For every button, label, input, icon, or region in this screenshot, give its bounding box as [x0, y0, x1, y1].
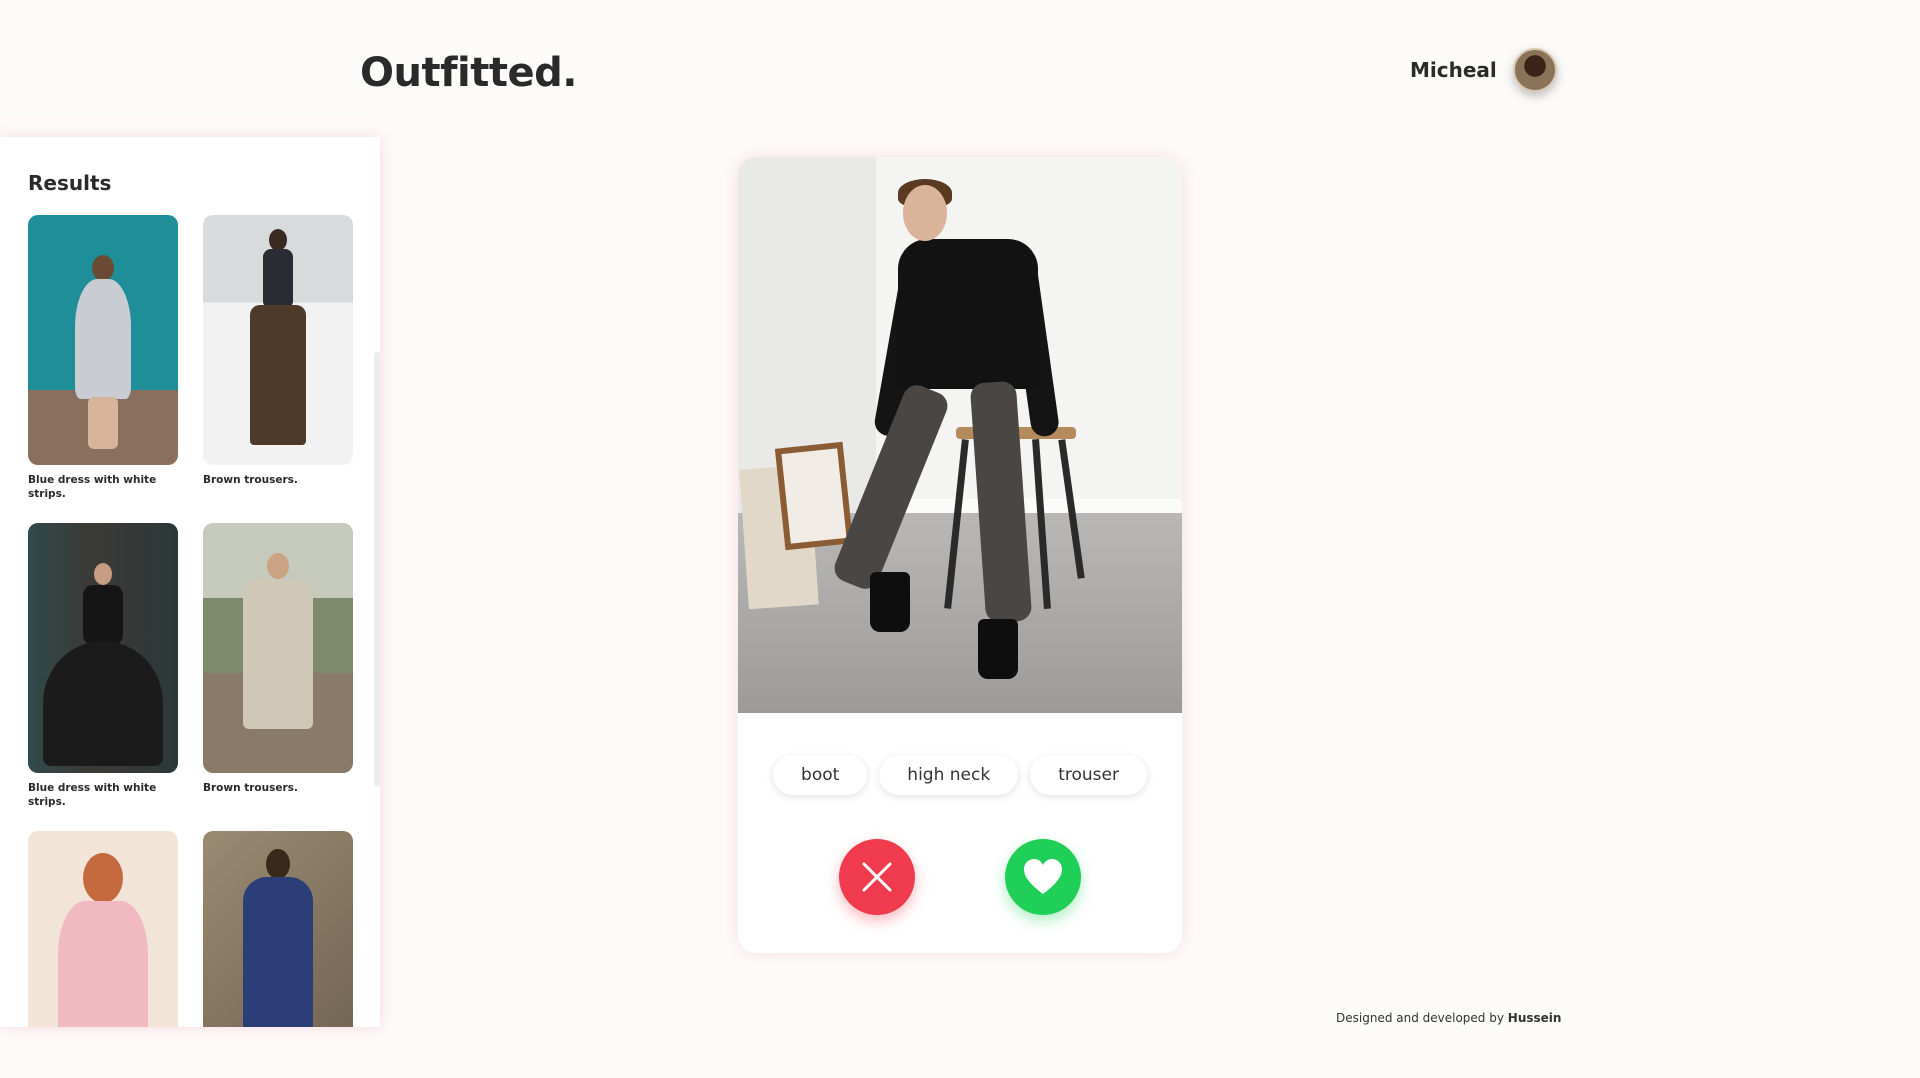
tag-high-neck[interactable]: high neck	[879, 755, 1019, 795]
brand-logo: Outfitted.	[360, 50, 577, 96]
footer-prefix: Designed and developed by	[1336, 1011, 1504, 1025]
tag-list: boot high neck trouser	[738, 755, 1182, 795]
heart-icon	[1024, 859, 1062, 894]
result-caption: Brown trousers.	[203, 474, 298, 486]
result-caption: Brown trousers.	[203, 782, 298, 794]
footer-author[interactable]: Hussein	[1508, 1011, 1562, 1025]
result-image[interactable]	[28, 523, 178, 773]
footer-credit: Designed and developed by Hussein	[1336, 1011, 1561, 1025]
sidebar-scrollbar[interactable]	[374, 352, 380, 787]
tag-trouser[interactable]: trouser	[1030, 755, 1147, 795]
close-icon	[862, 862, 892, 892]
results-sidebar: Results Blue dress with white strips. Br…	[0, 137, 380, 1027]
result-caption: Blue dress with white strips.	[28, 474, 157, 500]
result-image[interactable]	[203, 523, 353, 773]
result-image[interactable]	[28, 831, 178, 1027]
result-card[interactable]	[203, 831, 353, 1027]
result-card[interactable]: Brown trousers.	[203, 215, 353, 503]
user-profile[interactable]: Micheal	[1410, 48, 1557, 92]
result-card[interactable]: Blue dress with white strips.	[28, 523, 178, 811]
tag-boot[interactable]: boot	[773, 755, 868, 795]
result-image[interactable]	[203, 215, 353, 465]
result-card[interactable]	[28, 831, 178, 1027]
result-image[interactable]	[28, 215, 178, 465]
result-caption: Blue dress with white strips.	[28, 782, 157, 808]
outfit-card[interactable]: boot high neck trouser	[738, 157, 1182, 953]
avatar[interactable]	[1512, 48, 1557, 92]
like-button[interactable]	[1005, 839, 1081, 915]
reject-button[interactable]	[839, 839, 915, 915]
results-title: Results	[28, 171, 112, 195]
swipe-actions	[738, 839, 1182, 915]
outfit-photo	[738, 157, 1182, 713]
result-image[interactable]	[203, 831, 353, 1027]
results-grid: Blue dress with white strips. Brown trou…	[28, 215, 353, 1027]
result-card[interactable]: Blue dress with white strips.	[28, 215, 178, 503]
user-name: Micheal	[1410, 58, 1497, 82]
result-card[interactable]: Brown trousers.	[203, 523, 353, 811]
